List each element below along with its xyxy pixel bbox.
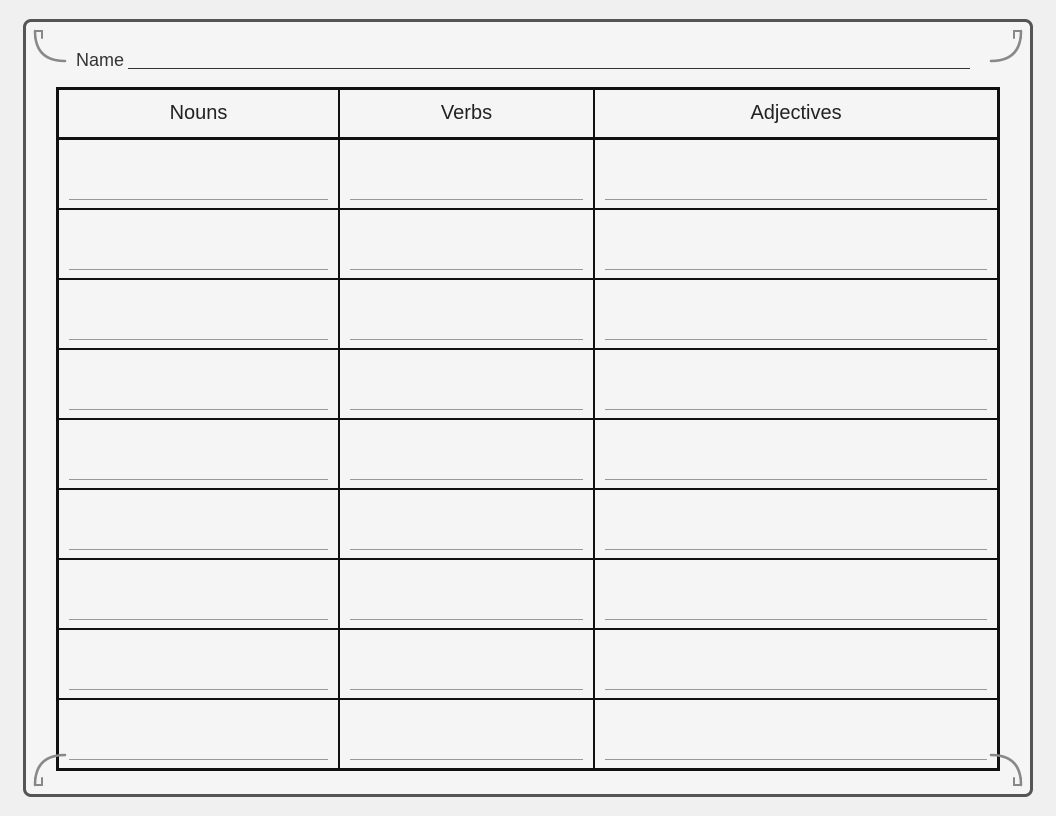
column-header-nouns: Nouns — [58, 89, 339, 139]
column-header-verbs: Verbs — [339, 89, 594, 139]
worksheet-page: Name Nouns Verbs Adjectives — [23, 19, 1033, 797]
table-row[interactable] — [58, 349, 999, 419]
cell-row5-col0[interactable] — [58, 489, 339, 559]
name-label: Name — [76, 50, 124, 71]
word-sort-table: Nouns Verbs Adjectives — [56, 87, 1000, 771]
corner-decoration-br — [986, 750, 1026, 790]
cell-row8-col1[interactable] — [339, 699, 594, 770]
corner-decoration-tl — [30, 26, 70, 66]
table-row[interactable] — [58, 489, 999, 559]
table-row[interactable] — [58, 699, 999, 770]
cell-row1-col1[interactable] — [339, 209, 594, 279]
corner-decoration-bl — [30, 750, 70, 790]
cell-row0-col1[interactable] — [339, 139, 594, 210]
corner-decoration-tr — [986, 26, 1026, 66]
table-row[interactable] — [58, 279, 999, 349]
cell-row8-col0[interactable] — [58, 699, 339, 770]
table-row[interactable] — [58, 209, 999, 279]
cell-row2-col1[interactable] — [339, 279, 594, 349]
table-row[interactable] — [58, 139, 999, 210]
cell-row3-col2[interactable] — [594, 349, 998, 419]
cell-row1-col0[interactable] — [58, 209, 339, 279]
cell-row1-col2[interactable] — [594, 209, 998, 279]
cell-row7-col1[interactable] — [339, 629, 594, 699]
table-row[interactable] — [58, 559, 999, 629]
cell-row4-col0[interactable] — [58, 419, 339, 489]
table-header-row: Nouns Verbs Adjectives — [58, 89, 999, 139]
column-header-adjectives: Adjectives — [594, 89, 998, 139]
table-row[interactable] — [58, 629, 999, 699]
cell-row7-col2[interactable] — [594, 629, 998, 699]
cell-row8-col2[interactable] — [594, 699, 998, 770]
cell-row3-col0[interactable] — [58, 349, 339, 419]
cell-row0-col2[interactable] — [594, 139, 998, 210]
cell-row2-col0[interactable] — [58, 279, 339, 349]
cell-row3-col1[interactable] — [339, 349, 594, 419]
cell-row5-col2[interactable] — [594, 489, 998, 559]
cell-row4-col1[interactable] — [339, 419, 594, 489]
name-underline[interactable] — [128, 68, 970, 69]
cell-row7-col0[interactable] — [58, 629, 339, 699]
cell-row4-col2[interactable] — [594, 419, 998, 489]
table-row[interactable] — [58, 419, 999, 489]
cell-row0-col0[interactable] — [58, 139, 339, 210]
cell-row2-col2[interactable] — [594, 279, 998, 349]
table-body — [58, 139, 999, 770]
cell-row6-col2[interactable] — [594, 559, 998, 629]
name-field-row: Name — [56, 50, 1000, 71]
cell-row6-col1[interactable] — [339, 559, 594, 629]
cell-row5-col1[interactable] — [339, 489, 594, 559]
cell-row6-col0[interactable] — [58, 559, 339, 629]
